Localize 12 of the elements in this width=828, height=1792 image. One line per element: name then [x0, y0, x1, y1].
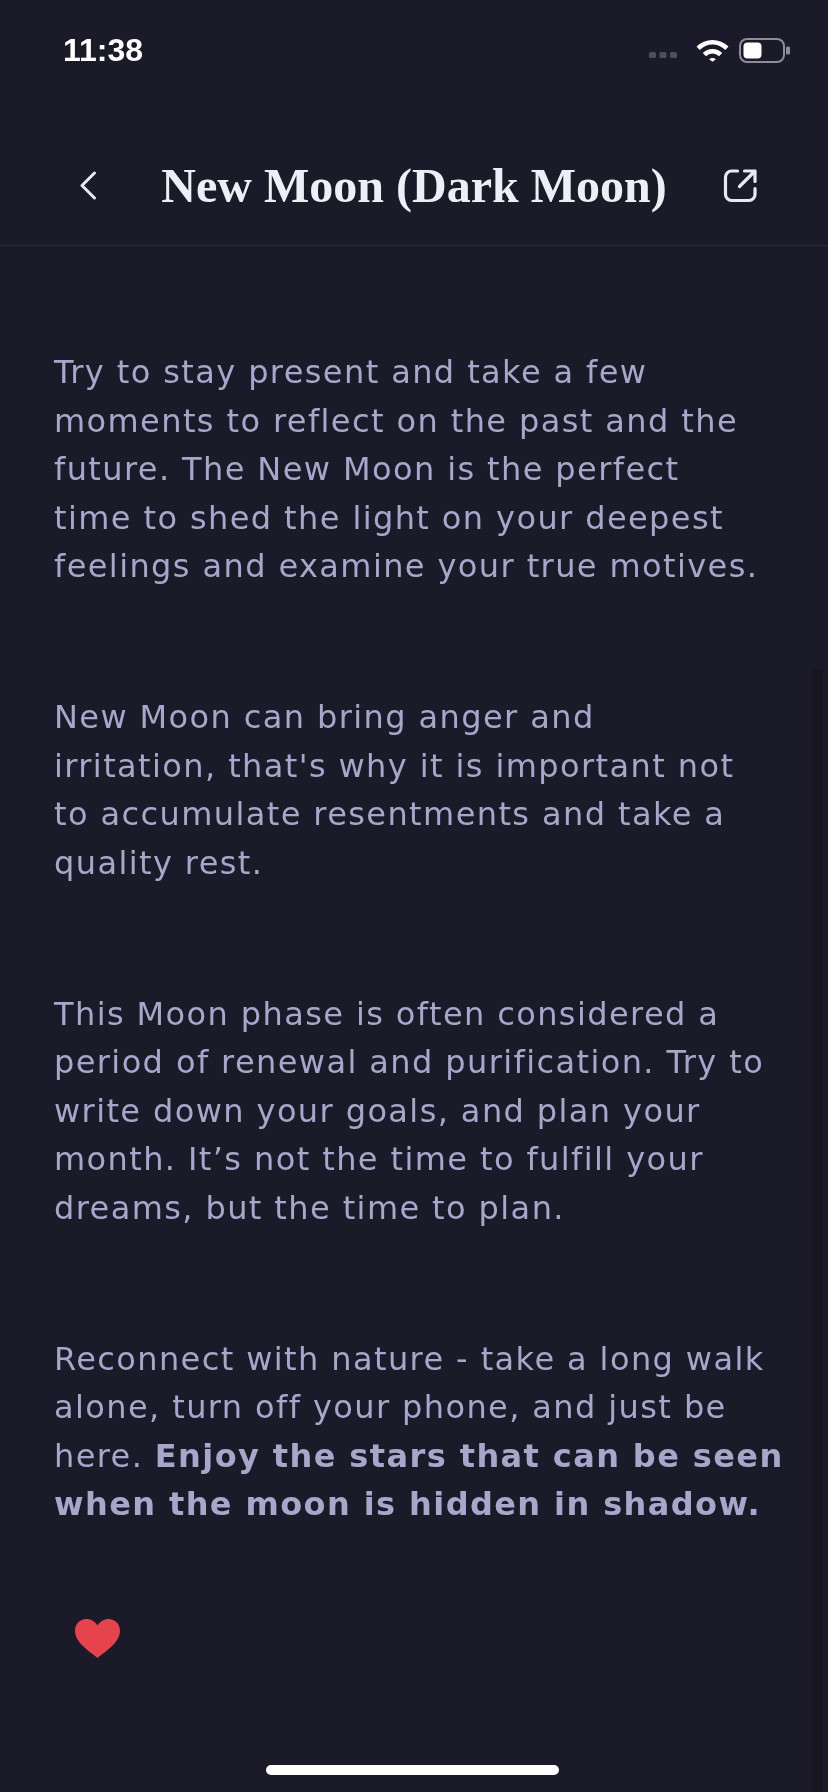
- body-paragraph: New Moon can bring anger and irritation, that's why it is important not to accumulate resentments and take a quality rest.: [54, 697, 736, 884]
- status-time: 11:38: [63, 34, 144, 66]
- share-icon: [721, 167, 759, 204]
- body-paragraph: Try to stay present and take a few moments to reflect on the past and the future. The New Moon is the perfect time to shed the light on your deepest feelings and examine your true motives.: [54, 352, 760, 587]
- body-paragraph: Reconnect with nature - take a long walk alone, turn off your phone, and just be here. Enjoy the stars that can be seen when the moon is hidden in shadow.: [54, 1338, 785, 1525]
- battery-icon: [739, 37, 791, 63]
- chevron-left-icon: [79, 171, 97, 200]
- heart-icon[interactable]: [74, 1618, 121, 1659]
- wifi-icon: [696, 38, 729, 62]
- page-title: New Moon (Dark Moon): [161, 157, 667, 214]
- body-paragraph: This Moon phase is often considered a period of renewal and purification. Try to write down your goals, and plan your month. It’s not the time to fulfill your dreams, but the time to plan.: [54, 993, 766, 1229]
- signal-dots-icon: [649, 52, 677, 58]
